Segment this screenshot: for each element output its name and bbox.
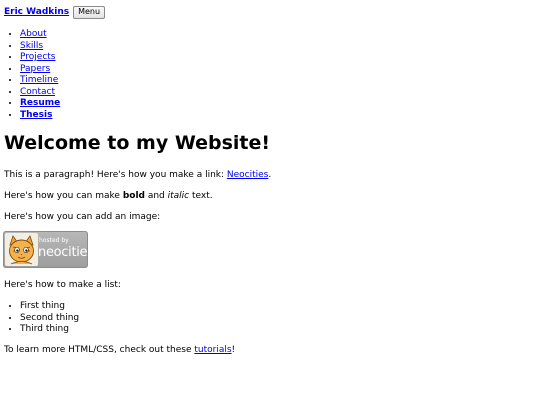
formatting-text-end: text. bbox=[189, 191, 213, 201]
nav-item-projects: Projects bbox=[20, 52, 60, 64]
nav-link-thesis[interactable]: Thesis bbox=[20, 110, 52, 120]
nav-link-timeline[interactable]: Timeline bbox=[20, 75, 58, 85]
example-list: First thing Second thing Third thing bbox=[0, 301, 79, 336]
nav-item-resume: Resume bbox=[20, 98, 60, 110]
page-title: Welcome to my Website! bbox=[4, 132, 271, 154]
nav-item-contact: Contact bbox=[20, 87, 60, 99]
nav-link-contact[interactable]: Contact bbox=[20, 87, 55, 97]
neocities-cat-icon bbox=[5, 233, 38, 266]
nav-link-about[interactable]: About bbox=[20, 29, 47, 39]
badge-neocities-text: neocities bbox=[38, 245, 88, 260]
bold-text: bold bbox=[122, 191, 145, 201]
intro-paragraph: This is a paragraph! Here's how you make… bbox=[4, 169, 271, 181]
tutorials-link[interactable]: tutorials bbox=[194, 345, 231, 355]
intro-end: . bbox=[268, 170, 272, 180]
site-name-link[interactable]: Eric Wadkins bbox=[4, 7, 69, 17]
formatting-text-mid: and bbox=[144, 191, 168, 201]
nav-list: About Skills Projects Papers Timeline Co… bbox=[0, 29, 60, 121]
list-intro-paragraph: Here's how to make a list: bbox=[4, 280, 121, 290]
nav-item-about: About bbox=[20, 29, 60, 41]
nav-link-resume[interactable]: Resume bbox=[20, 98, 60, 108]
tutorials-paragraph: To learn more HTML/CSS, check out these … bbox=[4, 344, 235, 356]
hosted-by-neocities-badge[interactable]: hosted by neocities bbox=[3, 231, 88, 268]
formatting-paragraph: Here's how you can make bold and italic … bbox=[4, 190, 213, 202]
list-item: First thing bbox=[20, 301, 79, 313]
nav-item-timeline: Timeline bbox=[20, 75, 60, 87]
top-bar: Eric Wadkins Menu bbox=[4, 5, 106, 19]
neocities-link[interactable]: Neocities bbox=[227, 170, 268, 180]
nav-item-skills: Skills bbox=[20, 41, 60, 53]
intro-text: This is a paragraph! Here's how you make… bbox=[4, 170, 227, 180]
formatting-text-start: Here's how you can make bbox=[4, 191, 123, 201]
menu-button[interactable]: Menu bbox=[73, 5, 106, 19]
image-paragraph: Here's how you can add an image: bbox=[4, 212, 161, 222]
italic-text: italic bbox=[167, 191, 190, 201]
nav-item-papers: Papers bbox=[20, 64, 60, 76]
nav-link-papers[interactable]: Papers bbox=[20, 64, 50, 74]
nav-item-thesis: Thesis bbox=[20, 110, 60, 122]
list-item: Second thing bbox=[20, 313, 79, 325]
badge-hosted-by-text: hosted by bbox=[39, 237, 69, 244]
tutorials-text: To learn more HTML/CSS, check out these bbox=[4, 345, 195, 355]
nav-link-skills[interactable]: Skills bbox=[20, 41, 43, 51]
nav-link-projects[interactable]: Projects bbox=[20, 52, 55, 62]
tutorials-end: ! bbox=[231, 345, 236, 355]
list-item: Third thing bbox=[20, 324, 79, 336]
